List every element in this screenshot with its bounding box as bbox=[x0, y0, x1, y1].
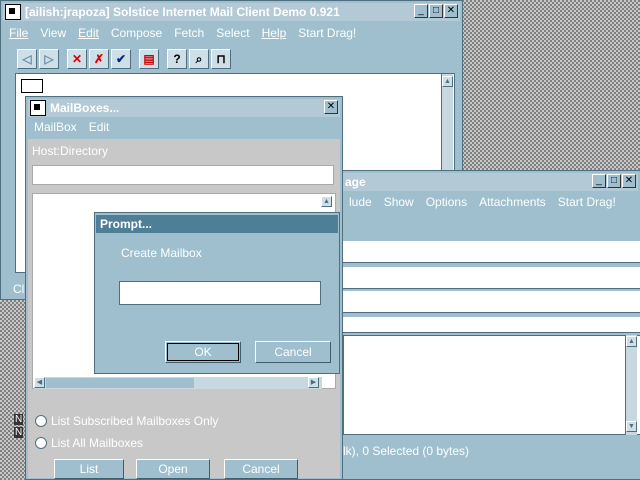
menu-compose[interactable]: Compose bbox=[111, 26, 162, 40]
close-icon[interactable]: ✕ bbox=[622, 174, 636, 188]
app-icon bbox=[30, 100, 46, 116]
side-label-1: N bbox=[14, 414, 24, 425]
prompt-dialog: Prompt... Create Mailbox OK Cancel bbox=[94, 212, 340, 374]
message-status: lk), 0 Selected (0 bytes) bbox=[343, 444, 470, 458]
main-menubar: File View Edit Compose Fetch Select Help… bbox=[3, 23, 460, 43]
header-field-2[interactable] bbox=[343, 267, 640, 289]
lock-icon[interactable]: ⊓ bbox=[211, 49, 231, 69]
undelete-icon[interactable]: ✗ bbox=[89, 49, 109, 69]
message-menubar: lude Show Options Attachments Start Drag… bbox=[343, 192, 638, 212]
radio-all-label: List All Mailboxes bbox=[51, 436, 144, 450]
maximize-icon[interactable]: □ bbox=[429, 4, 443, 18]
search-icon[interactable]: ⌕ bbox=[189, 49, 209, 69]
menu-show[interactable]: Show bbox=[384, 195, 414, 209]
menu-start-drag[interactable]: Start Drag! bbox=[298, 26, 356, 40]
app-icon bbox=[5, 4, 21, 20]
host-directory-label: Host:Directory bbox=[32, 144, 109, 158]
prompt-cancel-button[interactable]: Cancel bbox=[255, 341, 331, 363]
mailboxes-titlebar[interactable]: MailBoxes... ✕ bbox=[28, 99, 340, 117]
menu-edit[interactable]: Edit bbox=[89, 120, 110, 134]
menu-fetch[interactable]: Fetch bbox=[174, 26, 204, 40]
scroll-up-icon[interactable]: ▲ bbox=[626, 336, 637, 347]
side-label-2: N bbox=[14, 427, 24, 438]
close-icon[interactable]: ✕ bbox=[444, 4, 458, 18]
print-icon[interactable]: ▤ bbox=[139, 49, 159, 69]
hscroll-thumb[interactable] bbox=[46, 378, 194, 388]
list-button[interactable]: List bbox=[54, 459, 124, 479]
menu-include[interactable]: lude bbox=[349, 195, 372, 209]
main-status: Cl bbox=[13, 282, 25, 296]
main-toolbar: ◁ ▷ ✕ ✗ ✔ ▤ ? ⌕ ⊓ bbox=[17, 49, 231, 69]
radio-subscribed-label: List Subscribed Mailboxes Only bbox=[51, 414, 219, 428]
message-body[interactable] bbox=[343, 335, 640, 435]
menu-mailbox[interactable]: MailBox bbox=[34, 120, 77, 134]
ok-button[interactable]: OK bbox=[165, 341, 241, 363]
prompt-message: Create Mailbox bbox=[121, 246, 202, 260]
scroll-down-icon[interactable]: ▼ bbox=[626, 421, 637, 432]
header-field-3[interactable] bbox=[343, 291, 640, 313]
header-field-1[interactable] bbox=[343, 241, 640, 263]
close-icon[interactable]: ✕ bbox=[324, 100, 338, 114]
menu-file[interactable]: File bbox=[9, 26, 28, 40]
scroll-up-icon[interactable]: ▲ bbox=[442, 76, 453, 87]
message-scrollbar[interactable]: ▲ ▼ bbox=[625, 335, 637, 435]
menu-edit[interactable]: Edit bbox=[78, 26, 99, 40]
menu-options[interactable]: Options bbox=[426, 195, 467, 209]
minimize-icon[interactable]: _ bbox=[592, 174, 606, 188]
help-icon[interactable]: ? bbox=[167, 49, 187, 69]
radio-all[interactable] bbox=[35, 437, 47, 449]
scroll-right-icon[interactable]: ▶ bbox=[308, 377, 319, 388]
main-titlebar[interactable]: [ailish:jrapoza] Solstice Internet Mail … bbox=[3, 3, 460, 21]
check-icon[interactable]: ✔ bbox=[111, 49, 131, 69]
menu-start-drag[interactable]: Start Drag! bbox=[558, 195, 616, 209]
forward-arrow-icon[interactable]: ▷ bbox=[39, 49, 59, 69]
menu-view[interactable]: View bbox=[40, 26, 66, 40]
message-titlebar[interactable]: age _ □ ✕ bbox=[323, 173, 638, 191]
mailbox-hscrollbar[interactable]: ◀ ▶ bbox=[34, 377, 322, 389]
scroll-left-icon[interactable]: ◀ bbox=[34, 377, 45, 388]
mailbox-name-input[interactable] bbox=[119, 281, 321, 305]
radio-subscribed[interactable] bbox=[35, 415, 47, 427]
prompt-title: Prompt... bbox=[100, 217, 153, 231]
folder-icon bbox=[21, 79, 43, 93]
maximize-icon[interactable]: □ bbox=[607, 174, 621, 188]
delete-icon[interactable]: ✕ bbox=[67, 49, 87, 69]
back-arrow-icon[interactable]: ◁ bbox=[17, 49, 37, 69]
open-button[interactable]: Open bbox=[136, 459, 210, 479]
message-window: age _ □ ✕ lude Show Options Attachments … bbox=[320, 170, 640, 480]
header-field-4[interactable] bbox=[343, 317, 640, 333]
message-title: age bbox=[345, 175, 366, 189]
mailboxes-title: MailBoxes... bbox=[50, 101, 120, 115]
host-directory-input[interactable] bbox=[32, 165, 334, 185]
minimize-icon[interactable]: _ bbox=[414, 4, 428, 18]
menu-attachments[interactable]: Attachments bbox=[479, 195, 546, 209]
prompt-titlebar[interactable]: Prompt... bbox=[96, 215, 338, 233]
mailboxes-menubar: MailBox Edit bbox=[28, 117, 340, 137]
menu-help[interactable]: Help bbox=[262, 26, 287, 40]
main-title: [ailish:jrapoza] Solstice Internet Mail … bbox=[25, 5, 340, 19]
menu-select[interactable]: Select bbox=[216, 26, 249, 40]
cancel-button[interactable]: Cancel bbox=[224, 459, 298, 479]
scroll-up-icon[interactable]: ▲ bbox=[321, 196, 332, 207]
